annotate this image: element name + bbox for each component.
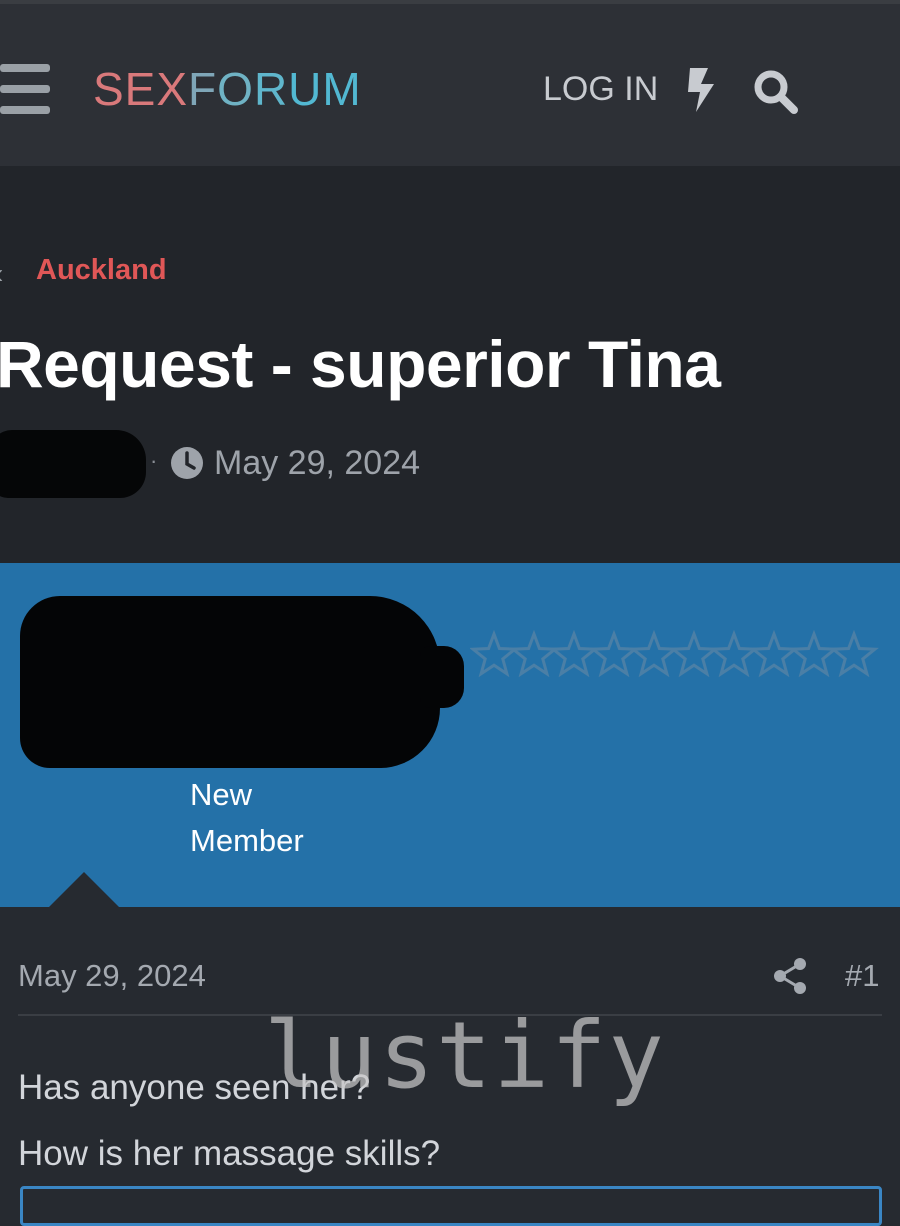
star-icon: [509, 629, 559, 678]
clock-icon: [171, 447, 203, 479]
member-role: New Member: [190, 772, 304, 864]
star-icon: [709, 629, 759, 678]
share-icon[interactable]: [772, 956, 808, 996]
logo-text-part: O: [217, 63, 254, 115]
star-icon: [589, 629, 639, 678]
chevron-left-icon: ‹: [0, 258, 3, 290]
separator-dot: ·: [150, 448, 158, 473]
post-date[interactable]: May 29, 2024: [18, 958, 206, 994]
search-icon[interactable]: [752, 68, 798, 114]
logo-text-part: F: [188, 63, 218, 115]
redacted-username: [0, 430, 146, 498]
star-icon: [470, 629, 519, 678]
redacted-avatar-edge: [420, 646, 464, 708]
redacted-avatar-and-name: [20, 596, 440, 768]
site-logo[interactable]: SEXFORUM: [93, 62, 362, 116]
star-icon: [669, 629, 719, 678]
panel-pointer: [48, 872, 120, 908]
hamburger-menu-icon[interactable]: [0, 64, 52, 116]
star-icon: [749, 629, 799, 678]
star-icon: [629, 629, 679, 678]
rating-stars: [470, 629, 879, 678]
logo-text-part: R: [253, 63, 289, 115]
member-role-line: New: [190, 777, 253, 812]
login-button[interactable]: LOG IN: [543, 70, 658, 109]
top-navigation-bar: SEXFORUM LOG IN: [0, 0, 900, 166]
star-icon: [789, 629, 839, 678]
member-role-line: Member: [190, 823, 304, 858]
post-text-line: How is her massage skills?: [18, 1134, 441, 1173]
logo-text-part: M: [322, 63, 362, 115]
thread-title: Request - superior Tina: [0, 327, 721, 401]
watermark-text: lustify: [264, 1002, 666, 1109]
logo-text-part: SEX: [93, 63, 189, 115]
star-icon: [549, 629, 599, 678]
logo-text-part: U: [288, 63, 323, 115]
star-icon: [829, 629, 879, 678]
breadcrumb-auckland[interactable]: Auckland: [36, 254, 167, 287]
quote-box: [20, 1186, 882, 1226]
thread-start-date[interactable]: May 29, 2024: [214, 444, 420, 483]
bolt-icon[interactable]: [684, 66, 718, 114]
post-number-link[interactable]: #1: [845, 958, 879, 994]
